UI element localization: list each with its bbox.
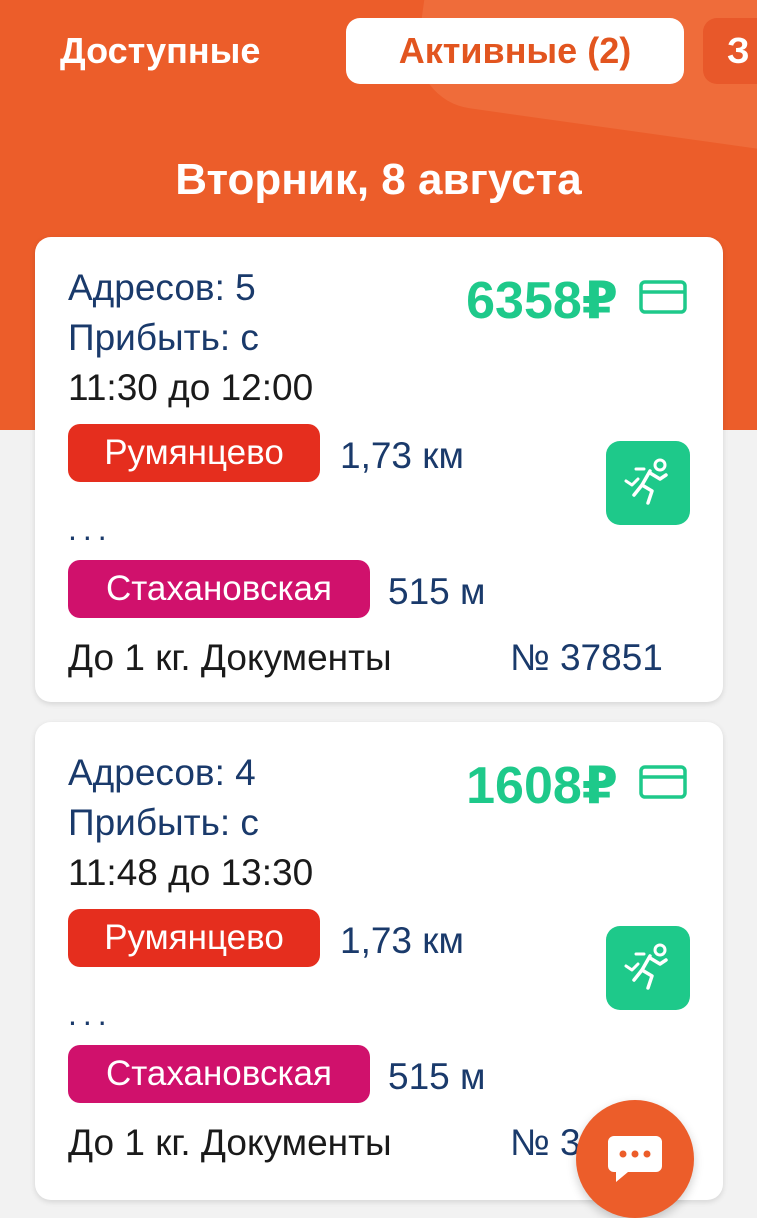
stop-from-badge: Румянцево [68,424,320,482]
delivery-type-button[interactable] [606,926,690,1010]
arrive-time: 11:30 до 12:00 [68,367,314,408]
tab-active[interactable]: Активные (2) [346,18,684,84]
addresses-count: Адресов: 4 [68,752,256,793]
date-heading: Вторник, 8 августа [175,155,582,204]
runner-icon [624,943,668,990]
chat-button[interactable] [576,1100,694,1218]
stop-to-badge: Стахановская [68,560,370,618]
stop-from-badge: Румянцево [68,909,320,967]
cargo-description: До 1 кг. Документы [68,637,392,678]
arrive-time: 11:48 до 13:30 [68,852,314,893]
intermediate-stops-dots: ... [68,511,113,547]
stop-to-badge: Стахановская [68,1045,370,1103]
stop-to-distance: 515 м [388,1056,486,1097]
delivery-type-button[interactable] [606,441,690,525]
addresses-count: Адресов: 5 [68,267,256,308]
cargo-description: До 1 кг. Документы [68,1122,392,1163]
order-number: № 37851 [510,637,663,678]
order-card[interactable]: Адресов: 5 Прибыть: с 11:30 до 12:00 635… [35,237,723,702]
arrive-label: Прибыть: с [68,802,259,843]
order-number: № 3 [510,1122,581,1163]
intermediate-stops-dots: ... [68,996,113,1032]
tab-available[interactable]: Доступные [60,18,260,84]
order-price: 6358₽ [466,272,618,330]
tab-completed[interactable]: З [703,18,757,84]
runner-icon [624,458,668,505]
stop-to-distance: 515 м [388,571,486,612]
stop-from-distance: 1,73 км [340,435,464,476]
arrive-label: Прибыть: с [68,317,259,358]
chat-bubble-icon [608,1136,662,1182]
credit-card-icon [639,765,687,799]
stop-from-distance: 1,73 км [340,920,464,961]
order-tabs: Доступные Активные (2) З [0,18,757,88]
order-price: 1608₽ [466,757,618,815]
credit-card-icon [639,280,687,314]
